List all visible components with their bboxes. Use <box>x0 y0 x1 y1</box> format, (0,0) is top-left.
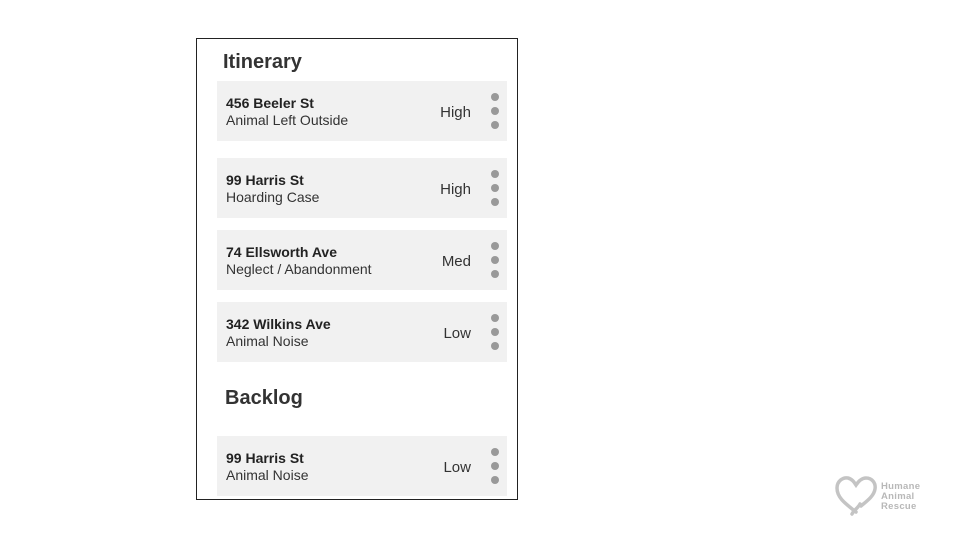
case-address: 342 Wilkins Ave <box>226 316 331 332</box>
case-priority: Med <box>441 253 471 270</box>
humane-animal-rescue-logo: Humane Animal Rescue <box>834 474 934 518</box>
case-priority: Low <box>443 325 471 342</box>
menu-dot <box>491 198 499 206</box>
menu-dot <box>491 328 499 336</box>
case-list-panel: Itinerary 456 Beeler St Animal Left Outs… <box>196 38 518 500</box>
case-address: 74 Ellsworth Ave <box>226 244 338 260</box>
itinerary-case-card[interactable]: 99 Harris St Hoarding Case High <box>217 158 507 218</box>
case-type: Neglect / Abandonment <box>226 261 372 277</box>
logo-wordmark: Humane Animal Rescue <box>881 482 920 512</box>
menu-dot <box>491 462 499 470</box>
more-options-icon[interactable] <box>489 240 501 280</box>
case-type: Animal Noise <box>226 467 309 483</box>
menu-dot <box>491 242 499 250</box>
itinerary-case-card[interactable]: 342 Wilkins Ave Animal Noise Low <box>217 302 507 362</box>
menu-dot <box>491 256 499 264</box>
more-options-icon[interactable] <box>489 446 501 486</box>
case-address: 99 Harris St <box>226 450 304 466</box>
case-type: Animal Noise <box>226 333 309 349</box>
case-priority: High <box>440 104 471 121</box>
more-options-icon[interactable] <box>489 91 501 131</box>
menu-dot <box>491 476 499 484</box>
itinerary-heading: Itinerary <box>223 51 302 73</box>
more-options-icon[interactable] <box>489 312 501 352</box>
backlog-heading: Backlog <box>225 387 303 409</box>
case-priority: Low <box>443 459 471 476</box>
menu-dot <box>491 93 499 101</box>
slide: Itinerary 456 Beeler St Animal Left Outs… <box>0 0 960 540</box>
itinerary-case-card[interactable]: 74 Ellsworth Ave Neglect / Abandonment M… <box>217 230 507 290</box>
menu-dot <box>491 184 499 192</box>
more-options-icon[interactable] <box>489 168 501 208</box>
itinerary-case-card[interactable]: 456 Beeler St Animal Left Outside High <box>217 81 507 141</box>
menu-dot <box>491 314 499 322</box>
heart-outline-icon <box>835 476 877 516</box>
case-type: Hoarding Case <box>226 189 320 205</box>
menu-dot <box>491 342 499 350</box>
logo-line: Rescue <box>881 501 917 512</box>
case-priority: High <box>440 181 471 198</box>
backlog-case-card[interactable]: 99 Harris St Animal Noise Low <box>217 436 507 496</box>
menu-dot <box>491 170 499 178</box>
case-type: Animal Left Outside <box>226 112 349 128</box>
menu-dot <box>491 107 499 115</box>
case-address: 456 Beeler St <box>226 95 314 111</box>
case-address: 99 Harris St <box>226 172 304 188</box>
menu-dot <box>491 448 499 456</box>
menu-dot <box>491 121 499 129</box>
menu-dot <box>491 270 499 278</box>
